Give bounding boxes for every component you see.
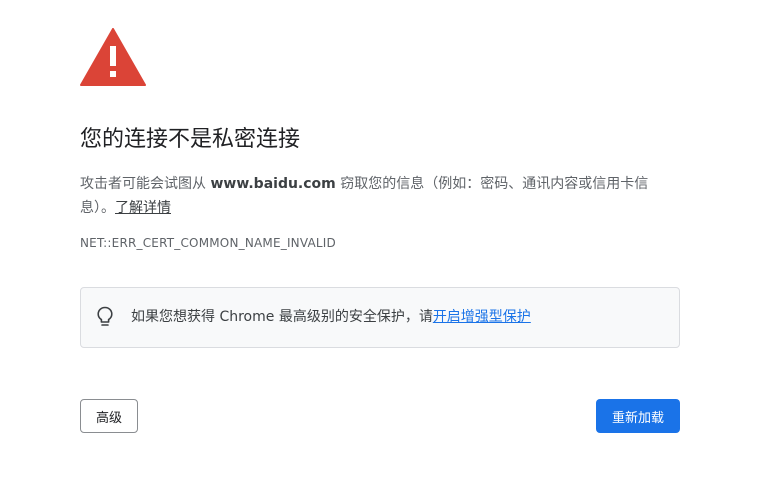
domain-name: www.baidu.com bbox=[210, 176, 336, 192]
error-code: NET::ERR_CERT_COMMON_NAME_INVALID bbox=[80, 236, 336, 250]
description-prefix: 攻击者可能会试图从 bbox=[80, 176, 211, 192]
banner-text: 如果您想获得 Chrome 最高级别的安全保护，请 bbox=[131, 309, 433, 325]
banner-text-container: 如果您想获得 Chrome 最高级别的安全保护，请开启增强型保护 bbox=[131, 307, 531, 327]
interstitial-page: 您的连接不是私密连接 攻击者可能会试图从 www.baidu.com 窃取您的信… bbox=[0, 0, 774, 502]
error-description: 攻击者可能会试图从 www.baidu.com 窃取您的信息（例如：密码、通讯内… bbox=[80, 172, 680, 220]
reload-button[interactable]: 重新加载 bbox=[596, 399, 680, 433]
learn-more-link[interactable]: 了解详情 bbox=[115, 200, 171, 216]
enhanced-protection-banner: 如果您想获得 Chrome 最高级别的安全保护，请开启增强型保护 bbox=[80, 287, 680, 348]
enhanced-protection-link[interactable]: 开启增强型保护 bbox=[433, 309, 531, 325]
advanced-button[interactable]: 高级 bbox=[80, 399, 138, 433]
page-title: 您的连接不是私密连接 bbox=[80, 127, 301, 152]
lightbulb-icon bbox=[97, 306, 113, 326]
warning-triangle-icon bbox=[80, 28, 146, 86]
